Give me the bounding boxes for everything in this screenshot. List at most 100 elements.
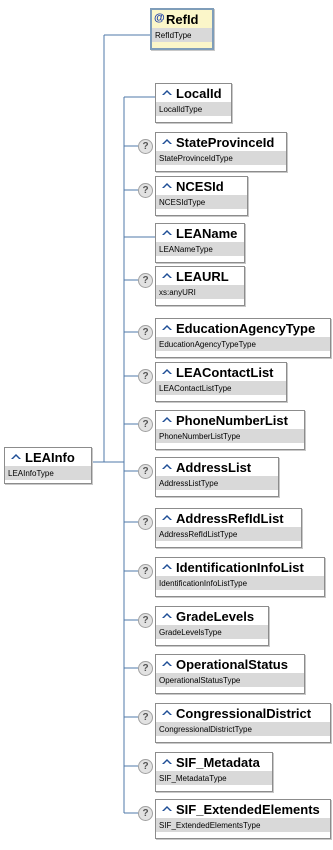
element-type: SIF_MetadataType <box>156 771 272 785</box>
element-name: IdentificationInfoList <box>156 558 324 576</box>
element-icon <box>162 661 172 666</box>
element-type: StateProvinceIdType <box>156 151 286 165</box>
attribute-at-icon: @ <box>154 12 165 24</box>
element-icon <box>162 417 172 422</box>
optional-icon: ? <box>138 564 153 579</box>
element-name: CongressionalDistrict <box>156 704 330 722</box>
element-name: GradeLevels <box>156 607 268 625</box>
attribute-name: @ RefId <box>154 12 199 27</box>
element-type: OperationalStatusType <box>156 673 304 687</box>
element-icon <box>162 183 172 188</box>
element-name: LEAURL <box>156 267 244 285</box>
optional-icon: ? <box>138 183 153 198</box>
element-node-addresslist[interactable]: AddressList AddressListType <box>155 457 279 497</box>
element-name-text: NCESId <box>176 179 224 194</box>
optional-icon: ? <box>138 613 153 628</box>
element-icon <box>162 464 172 469</box>
element-node-operationalstatus[interactable]: OperationalStatus OperationalStatusType <box>155 654 305 694</box>
element-name: LocalId <box>156 84 231 102</box>
element-name-text: SIF_Metadata <box>176 755 260 770</box>
optional-icon: ? <box>138 759 153 774</box>
optional-icon: ? <box>138 661 153 676</box>
element-name: AddressRefIdList <box>156 509 301 527</box>
root-element-name: LEAInfo <box>5 448 91 466</box>
element-name: PhoneNumberList <box>156 411 304 429</box>
element-icon <box>162 710 172 715</box>
element-type: CongressionalDistrictType <box>156 722 330 736</box>
element-name: LEAContactList <box>156 363 286 381</box>
element-name-text: LEAName <box>176 226 238 241</box>
root-element-node[interactable]: LEAInfo LEAInfoType <box>4 447 92 484</box>
element-icon <box>162 515 172 520</box>
element-icon <box>162 613 172 618</box>
optional-icon: ? <box>138 515 153 530</box>
element-name: LEAName <box>156 224 244 242</box>
optional-icon: ? <box>138 710 153 725</box>
element-name-text: LEAURL <box>176 269 229 284</box>
element-type: EducationAgencyTypeType <box>156 337 330 351</box>
element-type: IdentificationInfoListType <box>156 576 324 590</box>
element-node-leaname[interactable]: LEAName LEANameType <box>155 223 245 263</box>
element-type: AddressRefIdListType <box>156 527 301 541</box>
element-node-sif-metadata[interactable]: SIF_Metadata SIF_MetadataType <box>155 752 273 792</box>
element-name-text: IdentificationInfoList <box>176 560 304 575</box>
element-icon <box>162 230 172 235</box>
element-node-localid[interactable]: LocalId LocalIdType <box>155 83 232 123</box>
element-name: SIF_Metadata <box>156 753 272 771</box>
element-name-text: GradeLevels <box>176 609 255 624</box>
element-icon <box>162 564 172 569</box>
optional-icon: ? <box>138 417 153 432</box>
optional-icon: ? <box>138 369 153 384</box>
element-type: PhoneNumberListType <box>156 429 304 443</box>
element-node-phonenumberlist[interactable]: PhoneNumberList PhoneNumberListType <box>155 410 305 450</box>
element-node-leacontactlist[interactable]: LEAContactList LEAContactListType <box>155 362 287 402</box>
element-node-stateprovinceid[interactable]: StateProvinceId StateProvinceIdType <box>155 132 287 172</box>
element-type: xs:anyURI <box>156 285 244 299</box>
element-node-educationagencytype[interactable]: EducationAgencyType EducationAgencyTypeTy… <box>155 318 331 358</box>
element-name-text: PhoneNumberList <box>176 413 288 428</box>
element-name-text: OperationalStatus <box>176 657 288 672</box>
element-name-text: SIF_ExtendedElements <box>176 802 320 817</box>
element-name: AddressList <box>156 458 278 476</box>
element-type: GradeLevelsType <box>156 625 268 639</box>
element-node-gradelevels[interactable]: GradeLevels GradeLevelsType <box>155 606 269 646</box>
element-name-text: StateProvinceId <box>176 135 275 150</box>
element-node-addressrefidlist[interactable]: AddressRefIdList AddressRefIdListType <box>155 508 302 548</box>
element-node-leaurl[interactable]: LEAURL xs:anyURI <box>155 266 245 306</box>
optional-icon: ? <box>138 806 153 821</box>
element-icon <box>162 369 172 374</box>
element-node-ncesid[interactable]: NCESId NCESIdType <box>155 176 248 216</box>
element-name: NCESId <box>156 177 247 195</box>
schema-diagram: @ RefId RefIdType LEAInfo LEAInfoType Lo… <box>0 0 333 850</box>
element-node-identificationinfolist[interactable]: IdentificationInfoList IdentificationInfo… <box>155 557 325 597</box>
element-name: StateProvinceId <box>156 133 286 151</box>
optional-icon: ? <box>138 464 153 479</box>
element-node-congressionaldistrict[interactable]: CongressionalDistrict CongressionalDistri… <box>155 703 331 743</box>
element-icon <box>162 806 172 811</box>
element-icon <box>162 90 172 95</box>
element-name-text: AddressRefIdList <box>176 511 284 526</box>
element-type: LEANameType <box>156 242 244 256</box>
element-name-text: EducationAgencyType <box>176 321 316 336</box>
optional-icon: ? <box>138 325 153 340</box>
element-type: SIF_ExtendedElementsType <box>156 818 330 832</box>
element-name: SIF_ExtendedElements <box>156 800 330 818</box>
element-name-text: LEAContactList <box>176 365 274 380</box>
element-icon <box>162 325 172 330</box>
element-type: LocalIdType <box>156 102 231 116</box>
root-element-type: LEAInfoType <box>5 466 91 480</box>
attribute-type: RefIdType <box>152 28 212 42</box>
element-name-text: AddressList <box>176 460 252 475</box>
element-name: EducationAgencyType <box>156 319 330 337</box>
element-icon <box>162 139 172 144</box>
element-type: AddressListType <box>156 476 278 490</box>
element-icon <box>162 759 172 764</box>
element-icon <box>11 454 21 459</box>
element-name-text: LocalId <box>176 86 222 101</box>
attribute-node-refid[interactable]: @ RefId RefIdType <box>150 8 214 50</box>
element-type: NCESIdType <box>156 195 247 209</box>
element-type: LEAContactListType <box>156 381 286 395</box>
element-node-sif-extendedelements[interactable]: SIF_ExtendedElements SIF_ExtendedElements… <box>155 799 331 839</box>
element-icon <box>162 273 172 278</box>
element-name: OperationalStatus <box>156 655 304 673</box>
